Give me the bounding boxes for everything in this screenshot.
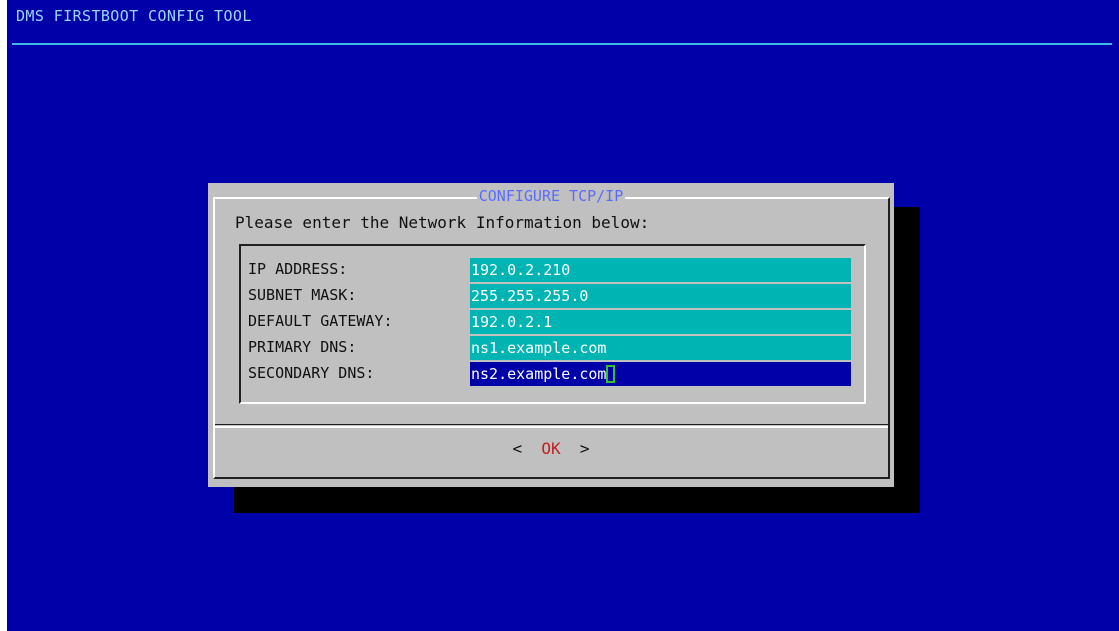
button-area-divider (215, 426, 888, 428)
default-gateway-field[interactable]: 192.0.2.1 (470, 310, 851, 334)
form-row-secondary-dns: SECONDARY DNS: ns2.example.com (248, 362, 851, 386)
terminal-screen: DMS FIRSTBOOT CONFIG TOOL CONFIGURE TCP/… (7, 0, 1119, 631)
subnet-mask-label: SUBNET MASK: (248, 286, 357, 304)
dialog-title: CONFIGURE TCP/IP (476, 187, 626, 205)
form-row-default-gateway: DEFAULT GATEWAY: 192.0.2.1 (248, 310, 851, 334)
title-divider (12, 43, 1112, 45)
subnet-mask-field[interactable]: 255.255.255.0 (470, 284, 851, 308)
ok-button[interactable]: OK (541, 439, 560, 458)
button-area-divider-shadow (215, 424, 888, 425)
form-row-ip-address: IP ADDRESS: 192.0.2.210 (248, 258, 851, 282)
secondary-dns-value: ns2.example.com (471, 365, 607, 383)
ip-address-field[interactable]: 192.0.2.210 (470, 258, 851, 282)
configure-tcpip-dialog: CONFIGURE TCP/IP Please enter the Networ… (208, 183, 894, 487)
button-bar: < OK > (208, 439, 894, 458)
form-row-primary-dns: PRIMARY DNS: ns1.example.com (248, 336, 851, 360)
ip-address-label: IP ADDRESS: (248, 260, 348, 278)
form-row-subnet-mask: SUBNET MASK: 255.255.255.0 (248, 284, 851, 308)
ok-right-bracket: > (579, 439, 590, 458)
primary-dns-field[interactable]: ns1.example.com (470, 336, 851, 360)
network-form: IP ADDRESS: 192.0.2.210 SUBNET MASK: 255… (239, 244, 866, 404)
secondary-dns-field[interactable]: ns2.example.com (470, 362, 851, 386)
secondary-dns-label: SECONDARY DNS: (248, 364, 375, 382)
app-title: DMS FIRSTBOOT CONFIG TOOL (16, 7, 252, 25)
ok-left-bracket: < (512, 439, 523, 458)
primary-dns-label: PRIMARY DNS: (248, 338, 357, 356)
dialog-prompt: Please enter the Network Information bel… (235, 213, 650, 232)
dialog-title-bar: CONFIGURE TCP/IP (208, 187, 894, 205)
text-cursor-icon (606, 365, 616, 383)
default-gateway-label: DEFAULT GATEWAY: (248, 312, 393, 330)
